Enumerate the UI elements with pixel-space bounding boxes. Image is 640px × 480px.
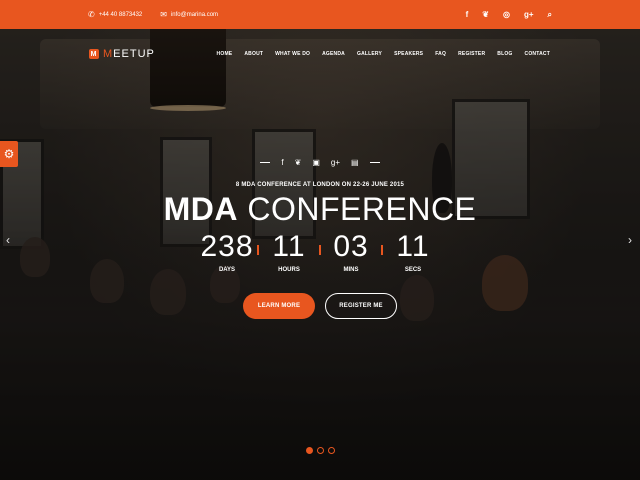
countdown-mins: 03 MINS [323, 231, 383, 273]
facebook-icon[interactable]: f [281, 158, 283, 167]
hero-social-icons: f ❦ ▣ g+ ▤ [0, 158, 640, 167]
email-address[interactable]: info@marina.com [171, 12, 218, 18]
register-me-button[interactable]: REGISTER ME [325, 293, 397, 319]
divider-line [369, 162, 380, 163]
googleplus-icon[interactable]: g+ [524, 10, 534, 19]
nav-home[interactable]: HOME [217, 51, 233, 57]
countdown-separator [381, 245, 383, 255]
hero-buttons: LEARN MORE REGISTER ME [0, 293, 640, 319]
divider-line [260, 162, 271, 163]
googleplus-icon[interactable]: g+ [331, 158, 340, 167]
search-icon[interactable]: ⌕ [548, 10, 552, 20]
twitter-icon[interactable]: ❦ [295, 158, 302, 167]
countdown-timer: 238 DAYS 11 HOURS 03 MINS 11 SECS [0, 230, 640, 274]
nav-register[interactable]: REGISTER [458, 51, 485, 57]
top-social: f ❦ ◎ g+ ⌕ [466, 10, 552, 20]
countdown-secs: 11 SECS [396, 230, 430, 274]
linkedin-icon[interactable]: ▤ [351, 158, 359, 167]
logo-text: MEETUP [103, 48, 155, 60]
facebook-icon[interactable]: f [466, 10, 469, 19]
main-nav: HOME ABOUT WHAT WE DO AGENDA GALLERY SPE… [217, 51, 550, 57]
learn-more-button[interactable]: LEARN MORE [243, 293, 315, 319]
nav-gallery[interactable]: GALLERY [357, 51, 382, 57]
slider-dot[interactable] [316, 447, 324, 454]
email-item[interactable]: ✉ info@marina.com [160, 9, 218, 19]
countdown-hours: 11 HOURS [261, 231, 321, 273]
phone-icon: ✆ [88, 9, 95, 19]
site-logo[interactable]: M MEETUP [89, 48, 155, 60]
dribbble-icon[interactable]: ◎ [503, 10, 510, 19]
envelope-icon: ✉ [160, 9, 167, 19]
logo-mark: M [89, 49, 99, 59]
nav-contact[interactable]: CONTACT [525, 51, 550, 57]
countdown-separator [319, 245, 321, 255]
countdown-separator [257, 245, 259, 255]
event-title: MDA CONFERENCE [163, 191, 477, 227]
slider-dot[interactable] [305, 447, 313, 454]
instagram-icon[interactable]: ▣ [312, 158, 320, 167]
phone-number[interactable]: +44 40 8873432 [99, 12, 143, 18]
nav-about[interactable]: ABOUT [244, 51, 263, 57]
nav-agenda[interactable]: AGENDA [322, 51, 345, 57]
slider-dot[interactable] [327, 447, 335, 454]
phone-item[interactable]: ✆ +44 40 8873432 [88, 9, 143, 19]
top-bar: ✆ +44 40 8873432 ✉ info@marina.com f ❦ ◎… [0, 0, 640, 29]
contact-info: ✆ +44 40 8873432 ✉ info@marina.com [88, 9, 218, 19]
nav-speakers[interactable]: SPEAKERS [394, 51, 423, 57]
nav-faq[interactable]: FAQ [435, 51, 446, 57]
nav-what-we-do[interactable]: WHAT WE DO [275, 51, 310, 57]
hero-section: M MEETUP HOME ABOUT WHAT WE DO AGENDA GA… [0, 29, 640, 480]
slider-dots [0, 447, 640, 454]
event-subtitle: 8 MDA CONFERENCE AT LONDON ON 22-26 JUNE… [235, 182, 405, 188]
nav-blog[interactable]: BLOG [497, 51, 512, 57]
twitter-icon[interactable]: ❦ [482, 10, 489, 19]
countdown-days: 238 DAYS [199, 231, 259, 273]
